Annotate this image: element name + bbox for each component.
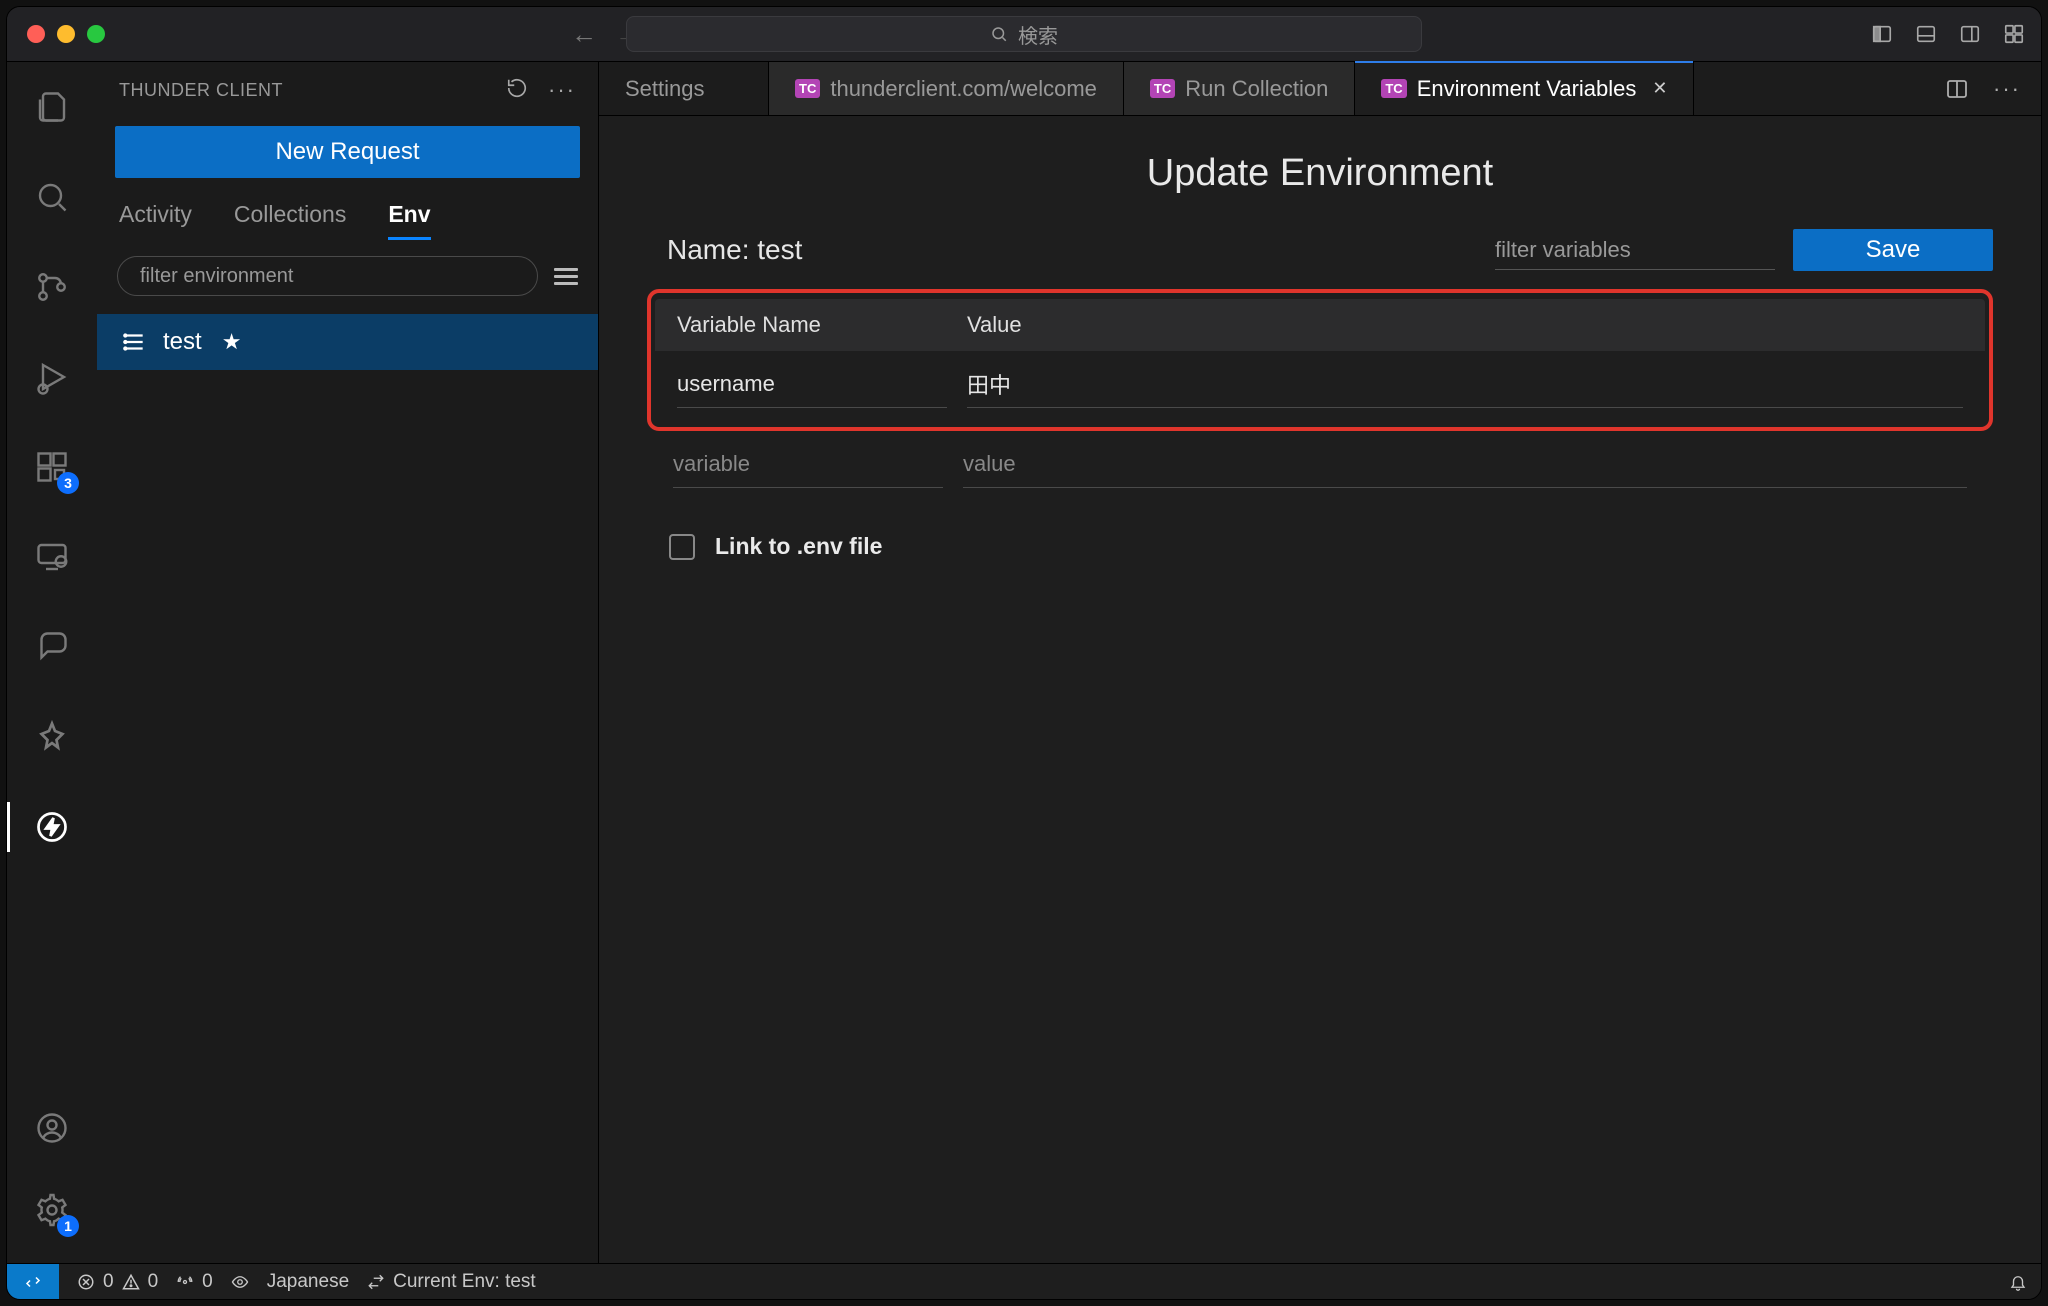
titlebar-layout-controls [1871, 23, 2025, 45]
window: ← → 検索 [6, 6, 2042, 1300]
sidebar: THUNDER CLIENT ··· New Request Activity … [97, 62, 599, 1263]
env-topbar: Name: test filter variables Save [647, 229, 1993, 271]
filter-variables-input[interactable]: filter variables [1495, 231, 1775, 270]
reload-icon[interactable] [506, 77, 528, 103]
activity-comments[interactable] [7, 622, 97, 672]
status-current-env[interactable]: Current Env: test [367, 1271, 536, 1293]
filter-environment-input[interactable]: filter environment [117, 256, 538, 296]
activity-extensions[interactable]: 3 [7, 442, 97, 492]
filter-variables-placeholder: filter variables [1495, 237, 1631, 262]
settings-badge: 1 [57, 1215, 79, 1237]
star-icon: ★ [222, 329, 242, 355]
link-env-row: Link to .env file [647, 533, 1993, 560]
status-visibility[interactable] [231, 1273, 249, 1291]
new-request-button[interactable]: New Request [115, 126, 580, 178]
filter-placeholder-text: filter environment [140, 265, 293, 288]
sidebar-header: THUNDER CLIENT ··· [97, 62, 598, 118]
search-icon [990, 25, 1008, 43]
minimize-window[interactable] [57, 25, 75, 43]
tc-badge-icon: TC [1150, 79, 1175, 98]
status-language-label: Japanese [267, 1271, 349, 1293]
save-button-label: Save [1866, 236, 1921, 264]
activity-accounts[interactable] [7, 1103, 97, 1153]
activity-bar: 3 1 [7, 62, 97, 1263]
remote-indicator[interactable] [7, 1264, 59, 1299]
column-value: Value [967, 312, 1963, 338]
tab-settings-editor[interactable]: Settings [599, 62, 769, 115]
status-ports-count: 0 [202, 1271, 213, 1293]
tab-run-collection[interactable]: TC Run Collection [1124, 62, 1355, 115]
sidebar-title: THUNDER CLIENT [119, 80, 283, 101]
tab-collections[interactable]: Collections [234, 201, 347, 228]
tc-badge-icon: TC [1381, 79, 1406, 98]
env-name-label: Name: test [647, 234, 802, 266]
zoom-window[interactable] [87, 25, 105, 43]
activity-remote-explorer[interactable] [7, 532, 97, 582]
variable-value-placeholder[interactable]: value [963, 440, 1967, 488]
variable-value-input[interactable]: 田中 [967, 360, 1963, 408]
status-ports[interactable]: 0 [176, 1271, 213, 1293]
tab-settings-label: Settings [625, 76, 705, 102]
variables-table-header: Variable Name Value [655, 299, 1985, 351]
variable-row: username 田中 [655, 351, 1985, 417]
tab-env[interactable]: Env [388, 201, 430, 228]
extensions-badge: 3 [57, 472, 79, 494]
tab-run-collection-label: Run Collection [1185, 76, 1328, 102]
status-errors-count: 0 [103, 1271, 114, 1293]
link-env-checkbox[interactable] [669, 534, 695, 560]
global-search[interactable]: 検索 [626, 16, 1422, 52]
activity-run-debug[interactable] [7, 352, 97, 402]
activity-thunder-client[interactable] [7, 802, 97, 852]
env-item[interactable]: test ★ [97, 314, 598, 370]
titlebar: ← → 検索 [7, 7, 2041, 61]
tab-welcome[interactable]: TC thunderclient.com/welcome [769, 62, 1124, 115]
filter-row: filter environment [97, 238, 598, 306]
close-window[interactable] [27, 25, 45, 43]
traffic-lights [27, 25, 105, 43]
more-icon[interactable]: ··· [548, 77, 576, 103]
env-item-label: test [163, 328, 202, 356]
env-menu-icon[interactable] [554, 268, 578, 285]
customize-layout-icon[interactable] [2003, 23, 2025, 45]
variable-name-input[interactable]: username [677, 360, 947, 408]
status-problems[interactable]: 0 0 [77, 1271, 158, 1293]
toggle-primary-sidebar-icon[interactable] [1871, 23, 1893, 45]
nav-back-icon[interactable]: ← [571, 21, 597, 47]
variable-row-empty: variable value [647, 431, 1993, 497]
toggle-panel-icon[interactable] [1915, 23, 1937, 45]
sidebar-tabs: Activity Collections Env [97, 186, 598, 238]
tc-badge-icon: TC [795, 79, 820, 98]
activity-gitlens[interactable] [7, 712, 97, 762]
editor-content: Update Environment Name: test filter var… [599, 116, 2041, 1263]
editor-more-icon[interactable]: ··· [1993, 76, 2021, 102]
status-notifications[interactable] [2009, 1273, 2027, 1291]
activity-source-control[interactable] [7, 262, 97, 312]
page-title: Update Environment [647, 152, 1993, 195]
tab-environment-variables[interactable]: TC Environment Variables ✕ [1355, 62, 1694, 115]
link-env-label: Link to .env file [715, 533, 882, 560]
close-tab-icon[interactable]: ✕ [1652, 78, 1667, 99]
activity-settings[interactable]: 1 [7, 1185, 97, 1235]
tab-welcome-label: thunderclient.com/welcome [830, 76, 1097, 102]
editor-tabs: Settings TC thunderclient.com/welcome TC… [599, 62, 2041, 116]
new-request-label: New Request [275, 138, 419, 166]
activity-search[interactable] [7, 172, 97, 222]
column-variable-name: Variable Name [677, 312, 967, 338]
env-list-icon [121, 329, 147, 355]
status-warnings-count: 0 [148, 1271, 159, 1293]
split-editor-icon[interactable] [1945, 77, 1969, 101]
tab-activity[interactable]: Activity [119, 201, 192, 228]
variable-name-placeholder[interactable]: variable [673, 440, 943, 488]
statusbar: 0 0 0 Japanese Current Env: test [7, 1263, 2041, 1299]
toggle-secondary-sidebar-icon[interactable] [1959, 23, 1981, 45]
search-placeholder: 検索 [1018, 20, 1058, 49]
tab-env-vars-label: Environment Variables [1417, 76, 1637, 102]
status-language[interactable]: Japanese [267, 1271, 349, 1293]
save-button[interactable]: Save [1793, 229, 1993, 271]
env-list: test ★ [97, 306, 598, 370]
variables-table-highlight: Variable Name Value username 田中 [647, 289, 1993, 431]
editor: Settings TC thunderclient.com/welcome TC… [599, 62, 2041, 1263]
activity-explorer[interactable] [7, 82, 97, 132]
status-current-env-label: Current Env: test [393, 1271, 536, 1293]
